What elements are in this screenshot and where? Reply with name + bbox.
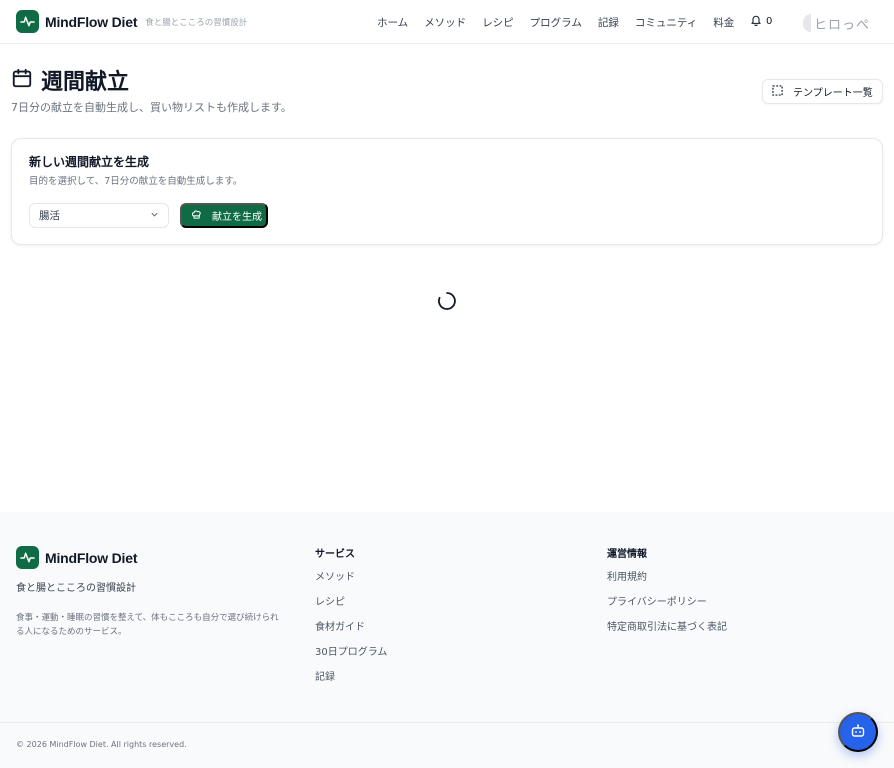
footer-description: 食事・運動・睡眠の習慣を整えて、体もこころも自分で選び続けられる人になるためのサ… — [16, 613, 279, 637]
footer-brand-name: MindFlow Diet — [45, 549, 138, 566]
generate-button-label: 献立を生成 — [212, 212, 262, 223]
goal-select[interactable]: 腸活 — [29, 203, 169, 228]
site-header: MindFlow Diet 食と腸とこころの習慣設計 ホーム メソッド レシピ … — [0, 0, 894, 44]
avatar — [803, 14, 811, 32]
template-list-label: テンプレート一覧 — [793, 88, 873, 99]
nav-program[interactable]: プログラム — [530, 15, 582, 30]
loading-spinner — [437, 291, 457, 311]
user-name: ヒロっぺ — [814, 17, 871, 33]
page-heading: 週間献立 — [11, 64, 129, 96]
chatbot-button[interactable] — [838, 712, 878, 752]
nav-community[interactable]: コミュニティ — [635, 15, 697, 30]
template-list-button[interactable]: テンプレート一覧 — [762, 79, 883, 104]
footer-link-method[interactable]: メソッド — [315, 570, 387, 595]
main-nav: ホーム メソッド レシピ プログラム 記録 コミュニティ 料金 — [377, 0, 734, 44]
generate-menu-button[interactable]: 献立を生成 — [180, 203, 268, 228]
notification-count: 0 — [766, 16, 773, 27]
logo-icon — [16, 546, 39, 569]
chevron-down-icon — [150, 210, 159, 222]
footer-link-recipes[interactable]: レシピ — [315, 595, 387, 620]
copyright: © 2026 MindFlow Diet. All rights reserve… — [16, 740, 187, 749]
nav-method[interactable]: メソッド — [424, 15, 466, 30]
footer-link-30day-program[interactable]: 30日プログラム — [315, 645, 387, 670]
bell-icon — [750, 14, 762, 29]
nav-records[interactable]: 記録 — [598, 15, 619, 30]
footer-tagline: 食と腸とこころの習慣設計 — [16, 583, 136, 594]
page-title: 週間献立 — [41, 70, 130, 95]
card-description: 目的を選択して、7日分の献立を自動生成します。 — [29, 176, 243, 187]
nav-recipes[interactable]: レシピ — [482, 15, 514, 30]
user-menu[interactable]: ヒロっぺ — [803, 13, 894, 33]
footer-link-terms[interactable]: 利用規約 — [607, 570, 727, 595]
footer-divider — [0, 722, 894, 723]
card-title: 新しい週間献立を生成 — [29, 155, 150, 169]
goal-select-value: 腸活 — [39, 210, 60, 222]
footer-info-title: 運営情報 — [607, 549, 647, 560]
brand-tagline: 食と腸とこころの習慣設計 — [145, 17, 248, 28]
dashed-grid-icon — [772, 84, 783, 99]
footer-services: サービス メソッド レシピ 食材ガイド 30日プログラム 記録 — [315, 545, 387, 695]
footer-brand[interactable]: MindFlow Diet — [16, 546, 137, 569]
chef-hat-icon — [191, 209, 202, 223]
notifications-button[interactable]: 0 — [750, 14, 772, 29]
footer-services-title: サービス — [315, 549, 355, 560]
footer-link-ingredients[interactable]: 食材ガイド — [315, 620, 387, 645]
footer-link-commerce-law[interactable]: 特定商取引法に基づく表記 — [607, 620, 727, 645]
footer-link-privacy[interactable]: プライバシーポリシー — [607, 595, 727, 620]
page-subtitle: 7日分の献立を自動生成し、買い物リストも作成します。 — [11, 101, 292, 114]
footer-info: 運営情報 利用規約 プライバシーポリシー 特定商取引法に基づく表記 — [607, 545, 727, 645]
logo-icon[interactable] — [16, 10, 39, 33]
generate-card: 新しい週間献立を生成 目的を選択して、7日分の献立を自動生成します。 腸活 献立… — [11, 138, 883, 245]
nav-pricing[interactable]: 料金 — [713, 15, 734, 30]
site-footer: MindFlow Diet 食と腸とこころの習慣設計 食事・運動・睡眠の習慣を整… — [0, 512, 894, 768]
footer-link-records[interactable]: 記録 — [315, 670, 387, 695]
brand-name[interactable]: MindFlow Diet — [45, 14, 137, 30]
robot-icon — [850, 723, 866, 742]
nav-home[interactable]: ホーム — [377, 15, 408, 30]
calendar-icon — [11, 67, 33, 93]
